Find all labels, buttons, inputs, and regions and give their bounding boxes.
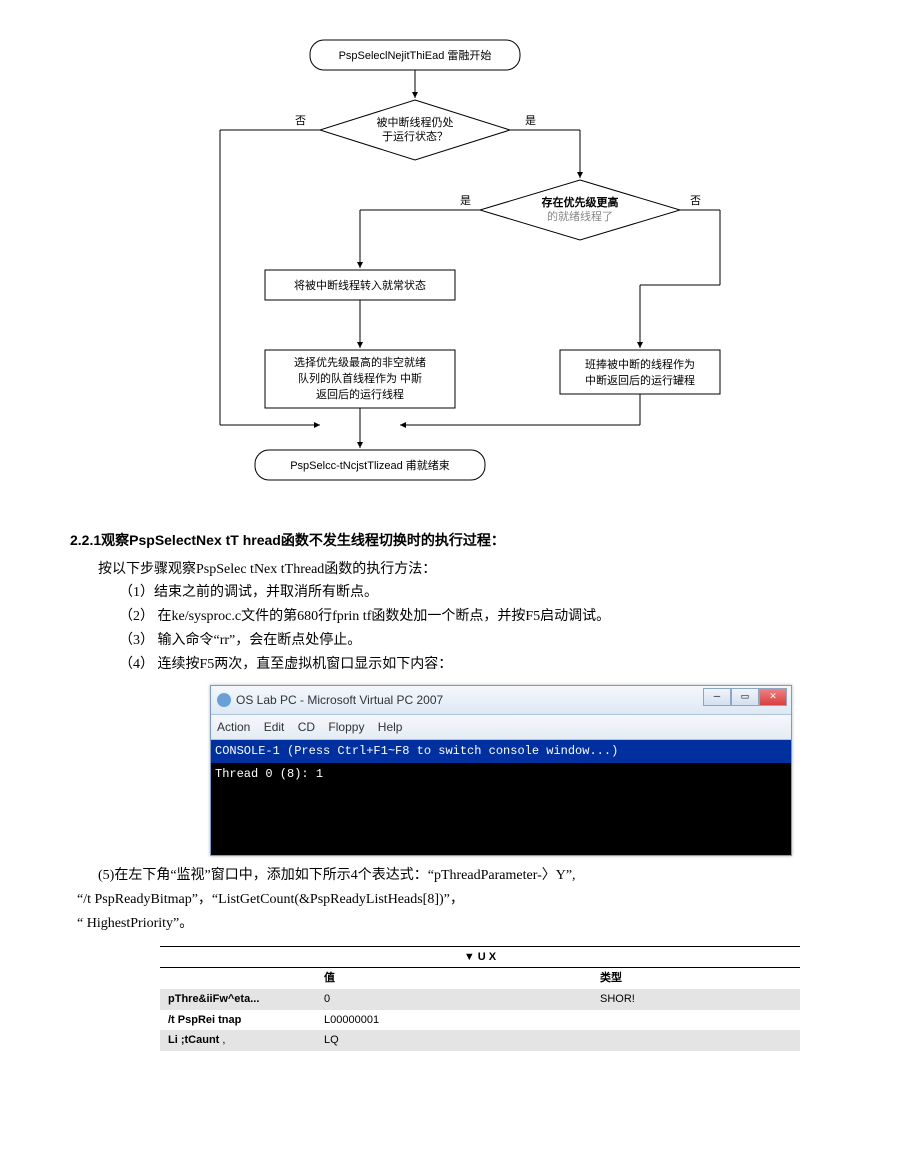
step-1: （1）结束之前的调试，并取消所有断点。 (119, 581, 850, 605)
section-title: 2.2.1观察PspSelectNex tT hread函数不发生线程切换时的执… (70, 529, 850, 553)
watch-row[interactable]: pThre&iiFw^eta... 0 SHOR! (160, 989, 800, 1010)
flow-left-l2: 队列的队首线程作为 中斯 (298, 371, 422, 385)
watch-window-table: ▼ U X 值 类型 pThre&iiFw^eta... 0 SHOR! /t … (160, 946, 800, 1051)
label-no-1: 否 (295, 115, 306, 127)
menu-action[interactable]: Action (217, 720, 250, 734)
flow-d1-l1: 被中断线程仍处 (377, 115, 454, 129)
menu-floppy[interactable]: Floppy (328, 720, 364, 734)
flow-left-l3: 返回后的运行线程 (316, 387, 404, 401)
virtual-pc-window: OS Lab PC - Microsoft Virtual PC 2007 ─ … (210, 685, 792, 857)
vpc-app-icon (217, 693, 231, 707)
flow-d2-l2: 的就绪线程了 (547, 209, 613, 223)
minimize-button[interactable]: ─ (703, 688, 731, 706)
step-2: （2） 在ke/sysproc.c文件的第680行fprin tf函数处加一个断… (119, 605, 850, 629)
intro-text: 按以下步骤观察PspSelec tNex tThread函数的执行方法： (98, 558, 850, 582)
menu-help[interactable]: Help (378, 720, 403, 734)
expr-line-2: “ HighestPriority”。 (77, 912, 850, 936)
menu-edit[interactable]: Edit (264, 720, 285, 734)
watch-col-type: 类型 (592, 968, 800, 989)
step-3: （3） 输入命令“rr”，会在断点处停止。 (119, 629, 850, 653)
flow-end: PspSelcc-tNcjstTlizead 甫就绪束 (290, 458, 450, 472)
flow-d1-l2: 于运行状态？ (382, 129, 448, 143)
console-header-line: CONSOLE-1 (Press Ctrl+F1~F8 to switch co… (211, 740, 791, 762)
vpc-titlebar[interactable]: OS Lab PC - Microsoft Virtual PC 2007 ─ … (211, 686, 791, 715)
expr-line-1: “/t PspReadyBitmap”，“ListGetCount(&PspRe… (77, 888, 850, 912)
close-button[interactable]: ✕ (759, 688, 787, 706)
flow-move: 将被中断线程转入就常状态 (294, 278, 426, 292)
flow-left-l1: 选择优先级最高的非空就绪 (294, 355, 426, 369)
vpc-console[interactable]: CONSOLE-1 (Press Ctrl+F1~F8 to switch co… (211, 740, 791, 855)
watch-row[interactable]: /t PspRei tnap L00000001 (160, 1010, 800, 1031)
menu-cd[interactable]: CD (298, 720, 315, 734)
flow-start: PspSeleclNejitThiEad 雷融开始 (339, 48, 492, 62)
vpc-title-text: OS Lab PC - Microsoft Virtual PC 2007 (236, 690, 443, 710)
watch-header: ▼ U X (160, 946, 800, 968)
step-4: （4） 连续按F5两次，直至虚拟机窗口显示如下内容： (119, 653, 850, 677)
maximize-button[interactable]: ▭ (731, 688, 759, 706)
flow-d2-l1: 存在优先级更高 (542, 195, 619, 209)
vpc-menubar[interactable]: Action Edit CD Floppy Help (211, 715, 791, 740)
flow-right-l2: 中断返回后的运行罐程 (585, 373, 695, 387)
watch-row[interactable]: Li ;tCaunt , LQ (160, 1030, 800, 1051)
console-output-line: Thread 0 (8): 1 (211, 763, 791, 785)
label-yes-2: 是 (460, 194, 471, 207)
step-5: (5)在左下角“监视”窗口中，添加如下所示4个表达式：“pThreadParam… (98, 864, 850, 888)
label-no-2: 否 (690, 195, 701, 207)
flowchart-diagram: PspSeleclNejitThiEad 雷融开始 被中断线程仍处 于运行状态？… (70, 30, 850, 509)
label-yes-1: 是 (525, 114, 536, 127)
flow-right-l1: 班捧被中断的线程作为 (585, 357, 695, 371)
watch-col-value: 值 (316, 968, 592, 989)
